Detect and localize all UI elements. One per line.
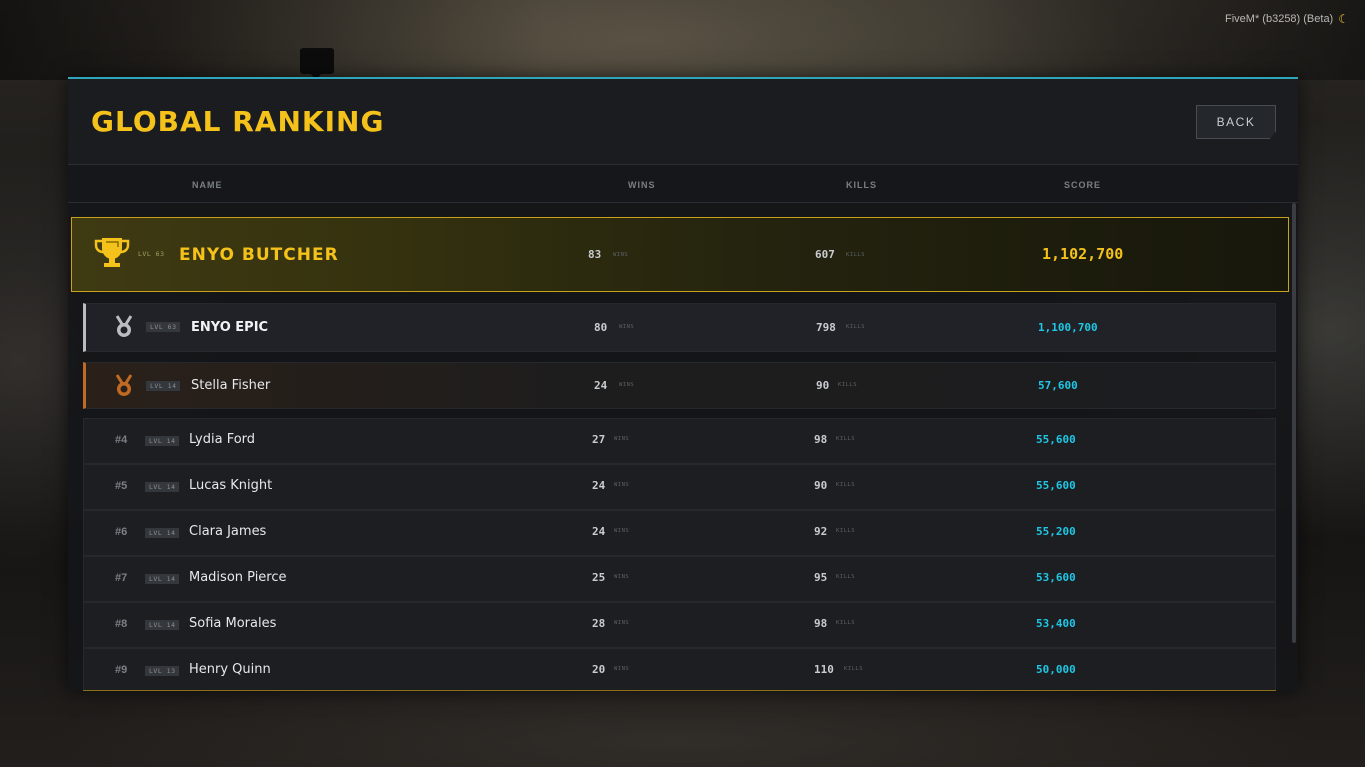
- kills-value: 90: [816, 379, 830, 392]
- moon-icon: ☾: [1338, 12, 1349, 26]
- level-badge: LVL 14: [146, 381, 181, 391]
- player-name: Lydia Ford: [189, 432, 256, 447]
- score-value: 50,000: [1036, 663, 1076, 676]
- scrollbar[interactable]: [1292, 203, 1296, 643]
- player-name: ENYO BUTCHER: [179, 245, 339, 265]
- level-badge: LVL 14: [145, 620, 180, 630]
- rank-number: #7: [115, 572, 128, 584]
- score-value: 55,200: [1036, 525, 1076, 538]
- trophy-icon: [93, 235, 131, 274]
- wins-value: 24: [592, 479, 606, 492]
- build-info: FiveM* (b3258) (Beta) ☾: [1225, 12, 1349, 26]
- kills-unit: KILLS: [846, 252, 866, 258]
- level-badge: LVL 14: [145, 574, 180, 584]
- score-value: 53,600: [1036, 571, 1076, 584]
- column-header-row: NAME WINS KILLS SCORE: [68, 165, 1298, 203]
- wins-value: 24: [594, 379, 608, 392]
- player-name: Sofia Morales: [189, 616, 277, 631]
- score-value: 55,600: [1036, 479, 1076, 492]
- score-value: 1,100,700: [1038, 321, 1098, 334]
- wins-value: 28: [592, 617, 606, 630]
- rank-number: #5: [115, 480, 128, 492]
- rank-number: #6: [115, 526, 128, 538]
- column-header-kills: KILLS: [846, 180, 877, 190]
- player-row[interactable]: #5 LVL 14 Lucas Knight 24 WINS 90 KILLS …: [83, 464, 1276, 510]
- kills-value: 98: [814, 433, 828, 446]
- wins-unit: WINS: [614, 666, 630, 672]
- score-value: 53,400: [1036, 617, 1076, 630]
- ranking-list: LVL 63 ENYO BUTCHER 83 WINS 607 KILLS 1,…: [68, 203, 1298, 691]
- level-badge: LVL 14: [145, 528, 180, 538]
- background-sky: [0, 0, 1365, 80]
- rank-number: #9: [115, 664, 128, 676]
- column-header-name: NAME: [192, 180, 223, 190]
- wins-value: 24: [592, 525, 606, 538]
- wins-unit: WINS: [614, 436, 630, 442]
- kills-value: 798: [816, 321, 836, 334]
- leader-row[interactable]: LVL 63 ENYO BUTCHER 83 WINS 607 KILLS 1,…: [71, 217, 1289, 292]
- level-badge: LVL 63: [146, 322, 181, 332]
- player-row[interactable]: #9 LVL 13 Henry Quinn 20 WINS 110 KILLS …: [83, 648, 1276, 691]
- chat-icon[interactable]: [300, 48, 334, 80]
- bronze-medal-icon: [114, 374, 134, 403]
- kills-value: 92: [814, 525, 828, 538]
- kills-value: 110: [814, 663, 834, 676]
- wins-unit: WINS: [614, 528, 630, 534]
- level-badge: LVL 63: [138, 250, 165, 258]
- player-name: Stella Fisher: [191, 378, 271, 393]
- kills-unit: KILLS: [838, 382, 858, 388]
- kills-unit: KILLS: [844, 666, 864, 672]
- wins-unit: WINS: [614, 482, 630, 488]
- score-value: 1,102,700: [1042, 245, 1124, 263]
- wins-unit: WINS: [619, 324, 635, 330]
- wins-value: 83: [588, 248, 602, 261]
- kills-unit: KILLS: [836, 482, 856, 488]
- panel-header: GLOBAL RANKING BACK: [68, 79, 1298, 165]
- player-row[interactable]: #6 LVL 14 Clara James 24 WINS 92 KILLS 5…: [83, 510, 1276, 556]
- kills-value: 90: [814, 479, 828, 492]
- wins-value: 80: [594, 321, 608, 334]
- kills-unit: KILLS: [836, 528, 856, 534]
- ranking-panel: GLOBAL RANKING BACK NAME WINS KILLS SCOR…: [68, 77, 1298, 691]
- score-value: 55,600: [1036, 433, 1076, 446]
- player-name: Lucas Knight: [189, 478, 273, 493]
- page-title: GLOBAL RANKING: [91, 105, 385, 138]
- kills-unit: KILLS: [836, 620, 856, 626]
- build-label: FiveM* (b3258) (Beta): [1225, 13, 1334, 25]
- level-badge: LVL 14: [145, 436, 180, 446]
- level-badge: LVL 14: [145, 482, 180, 492]
- player-name: Henry Quinn: [189, 662, 271, 677]
- column-header-score: SCORE: [1064, 180, 1102, 190]
- kills-value: 95: [814, 571, 828, 584]
- kills-value: 607: [815, 248, 835, 261]
- player-name: Madison Pierce: [189, 570, 287, 585]
- player-row[interactable]: LVL 14 Stella Fisher 24 WINS 90 KILLS 57…: [83, 362, 1276, 409]
- wins-value: 27: [592, 433, 606, 446]
- player-row[interactable]: LVL 63 ENYO EPIC 80 WINS 798 KILLS 1,100…: [83, 303, 1276, 352]
- panel-bottom-line: [83, 690, 1276, 691]
- kills-unit: KILLS: [836, 574, 856, 580]
- wins-unit: WINS: [614, 574, 630, 580]
- player-name: ENYO EPIC: [191, 320, 269, 335]
- level-badge: LVL 13: [145, 666, 180, 676]
- player-row[interactable]: #7 LVL 14 Madison Pierce 25 WINS 95 KILL…: [83, 556, 1276, 602]
- kills-value: 98: [814, 617, 828, 630]
- silver-medal-icon: [114, 315, 134, 344]
- wins-value: 20: [592, 663, 606, 676]
- wins-unit: WINS: [619, 382, 635, 388]
- wins-value: 25: [592, 571, 606, 584]
- player-row[interactable]: #8 LVL 14 Sofia Morales 28 WINS 98 KILLS…: [83, 602, 1276, 648]
- player-name: Clara James: [189, 524, 267, 539]
- kills-unit: KILLS: [836, 436, 856, 442]
- rank-number: #8: [115, 618, 128, 630]
- rank-number: #4: [115, 434, 128, 446]
- kills-unit: KILLS: [846, 324, 866, 330]
- wins-unit: WINS: [613, 252, 629, 258]
- player-row[interactable]: #4 LVL 14 Lydia Ford 27 WINS 98 KILLS 55…: [83, 418, 1276, 464]
- back-button[interactable]: BACK: [1196, 105, 1276, 139]
- wins-unit: WINS: [614, 620, 630, 626]
- score-value: 57,600: [1038, 379, 1078, 392]
- column-header-wins: WINS: [628, 180, 656, 190]
